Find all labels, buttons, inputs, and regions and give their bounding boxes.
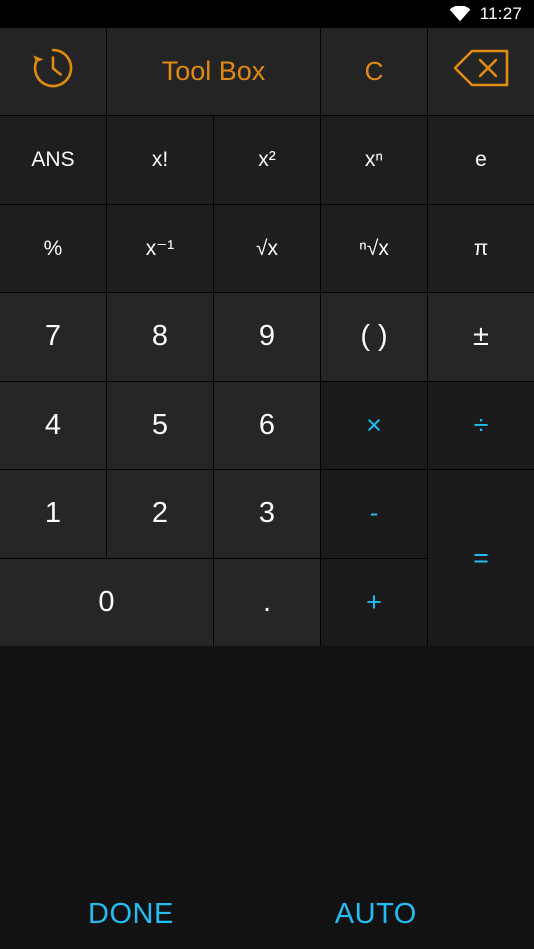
history-button[interactable] [0, 28, 106, 116]
key-nth-root[interactable]: ⁿ√x [321, 204, 427, 293]
key-ans[interactable]: ANS [0, 116, 106, 204]
key-5[interactable]: 5 [107, 381, 213, 470]
status-bar: 11:27 [0, 0, 534, 28]
key-8[interactable]: 8 [107, 293, 213, 381]
clear-button[interactable]: C [321, 28, 427, 116]
bottom-panel: DONE AUTO [0, 646, 534, 949]
wifi-icon [449, 6, 471, 22]
key-pi[interactable]: π [428, 204, 534, 293]
key-power-n[interactable]: xⁿ [321, 116, 427, 204]
key-multiply[interactable]: × [321, 381, 427, 470]
auto-button[interactable]: AUTO [335, 898, 417, 931]
key-square[interactable]: x² [214, 116, 320, 204]
done-button[interactable]: DONE [88, 898, 174, 931]
key-2[interactable]: 2 [107, 470, 213, 558]
key-euler[interactable]: e [428, 116, 534, 204]
toolbox-button[interactable]: Tool Box [107, 28, 320, 116]
key-decimal[interactable]: . [214, 558, 320, 646]
key-percent[interactable]: % [0, 204, 106, 293]
key-1[interactable]: 1 [0, 470, 106, 558]
key-0[interactable]: 0 [0, 558, 213, 646]
status-clock: 11:27 [479, 4, 522, 23]
key-6[interactable]: 6 [214, 381, 320, 470]
key-4[interactable]: 4 [0, 381, 106, 470]
key-3[interactable]: 3 [214, 470, 320, 558]
key-divide[interactable]: ÷ [428, 381, 534, 470]
key-9[interactable]: 9 [214, 293, 320, 381]
history-clock-icon [30, 45, 76, 98]
calculator-app: 11:27 Tool Box C ANS x! x² xⁿ e % x⁻¹ √x… [0, 0, 534, 949]
key-factorial[interactable]: x! [107, 116, 213, 204]
key-equals[interactable]: = [428, 470, 534, 646]
key-parentheses[interactable]: ( ) [321, 293, 427, 381]
action-bar: DONE AUTO [0, 898, 534, 931]
key-7[interactable]: 7 [0, 293, 106, 381]
backspace-icon [452, 48, 510, 95]
key-plus-minus[interactable]: ± [428, 293, 534, 381]
key-minus[interactable]: - [321, 470, 427, 558]
key-sqrt[interactable]: √x [214, 204, 320, 293]
backspace-button[interactable] [428, 28, 534, 116]
key-reciprocal[interactable]: x⁻¹ [107, 204, 213, 293]
keypad-grid: Tool Box C ANS x! x² xⁿ e % x⁻¹ √x ⁿ√x π… [0, 28, 534, 646]
key-plus[interactable]: + [321, 558, 427, 646]
